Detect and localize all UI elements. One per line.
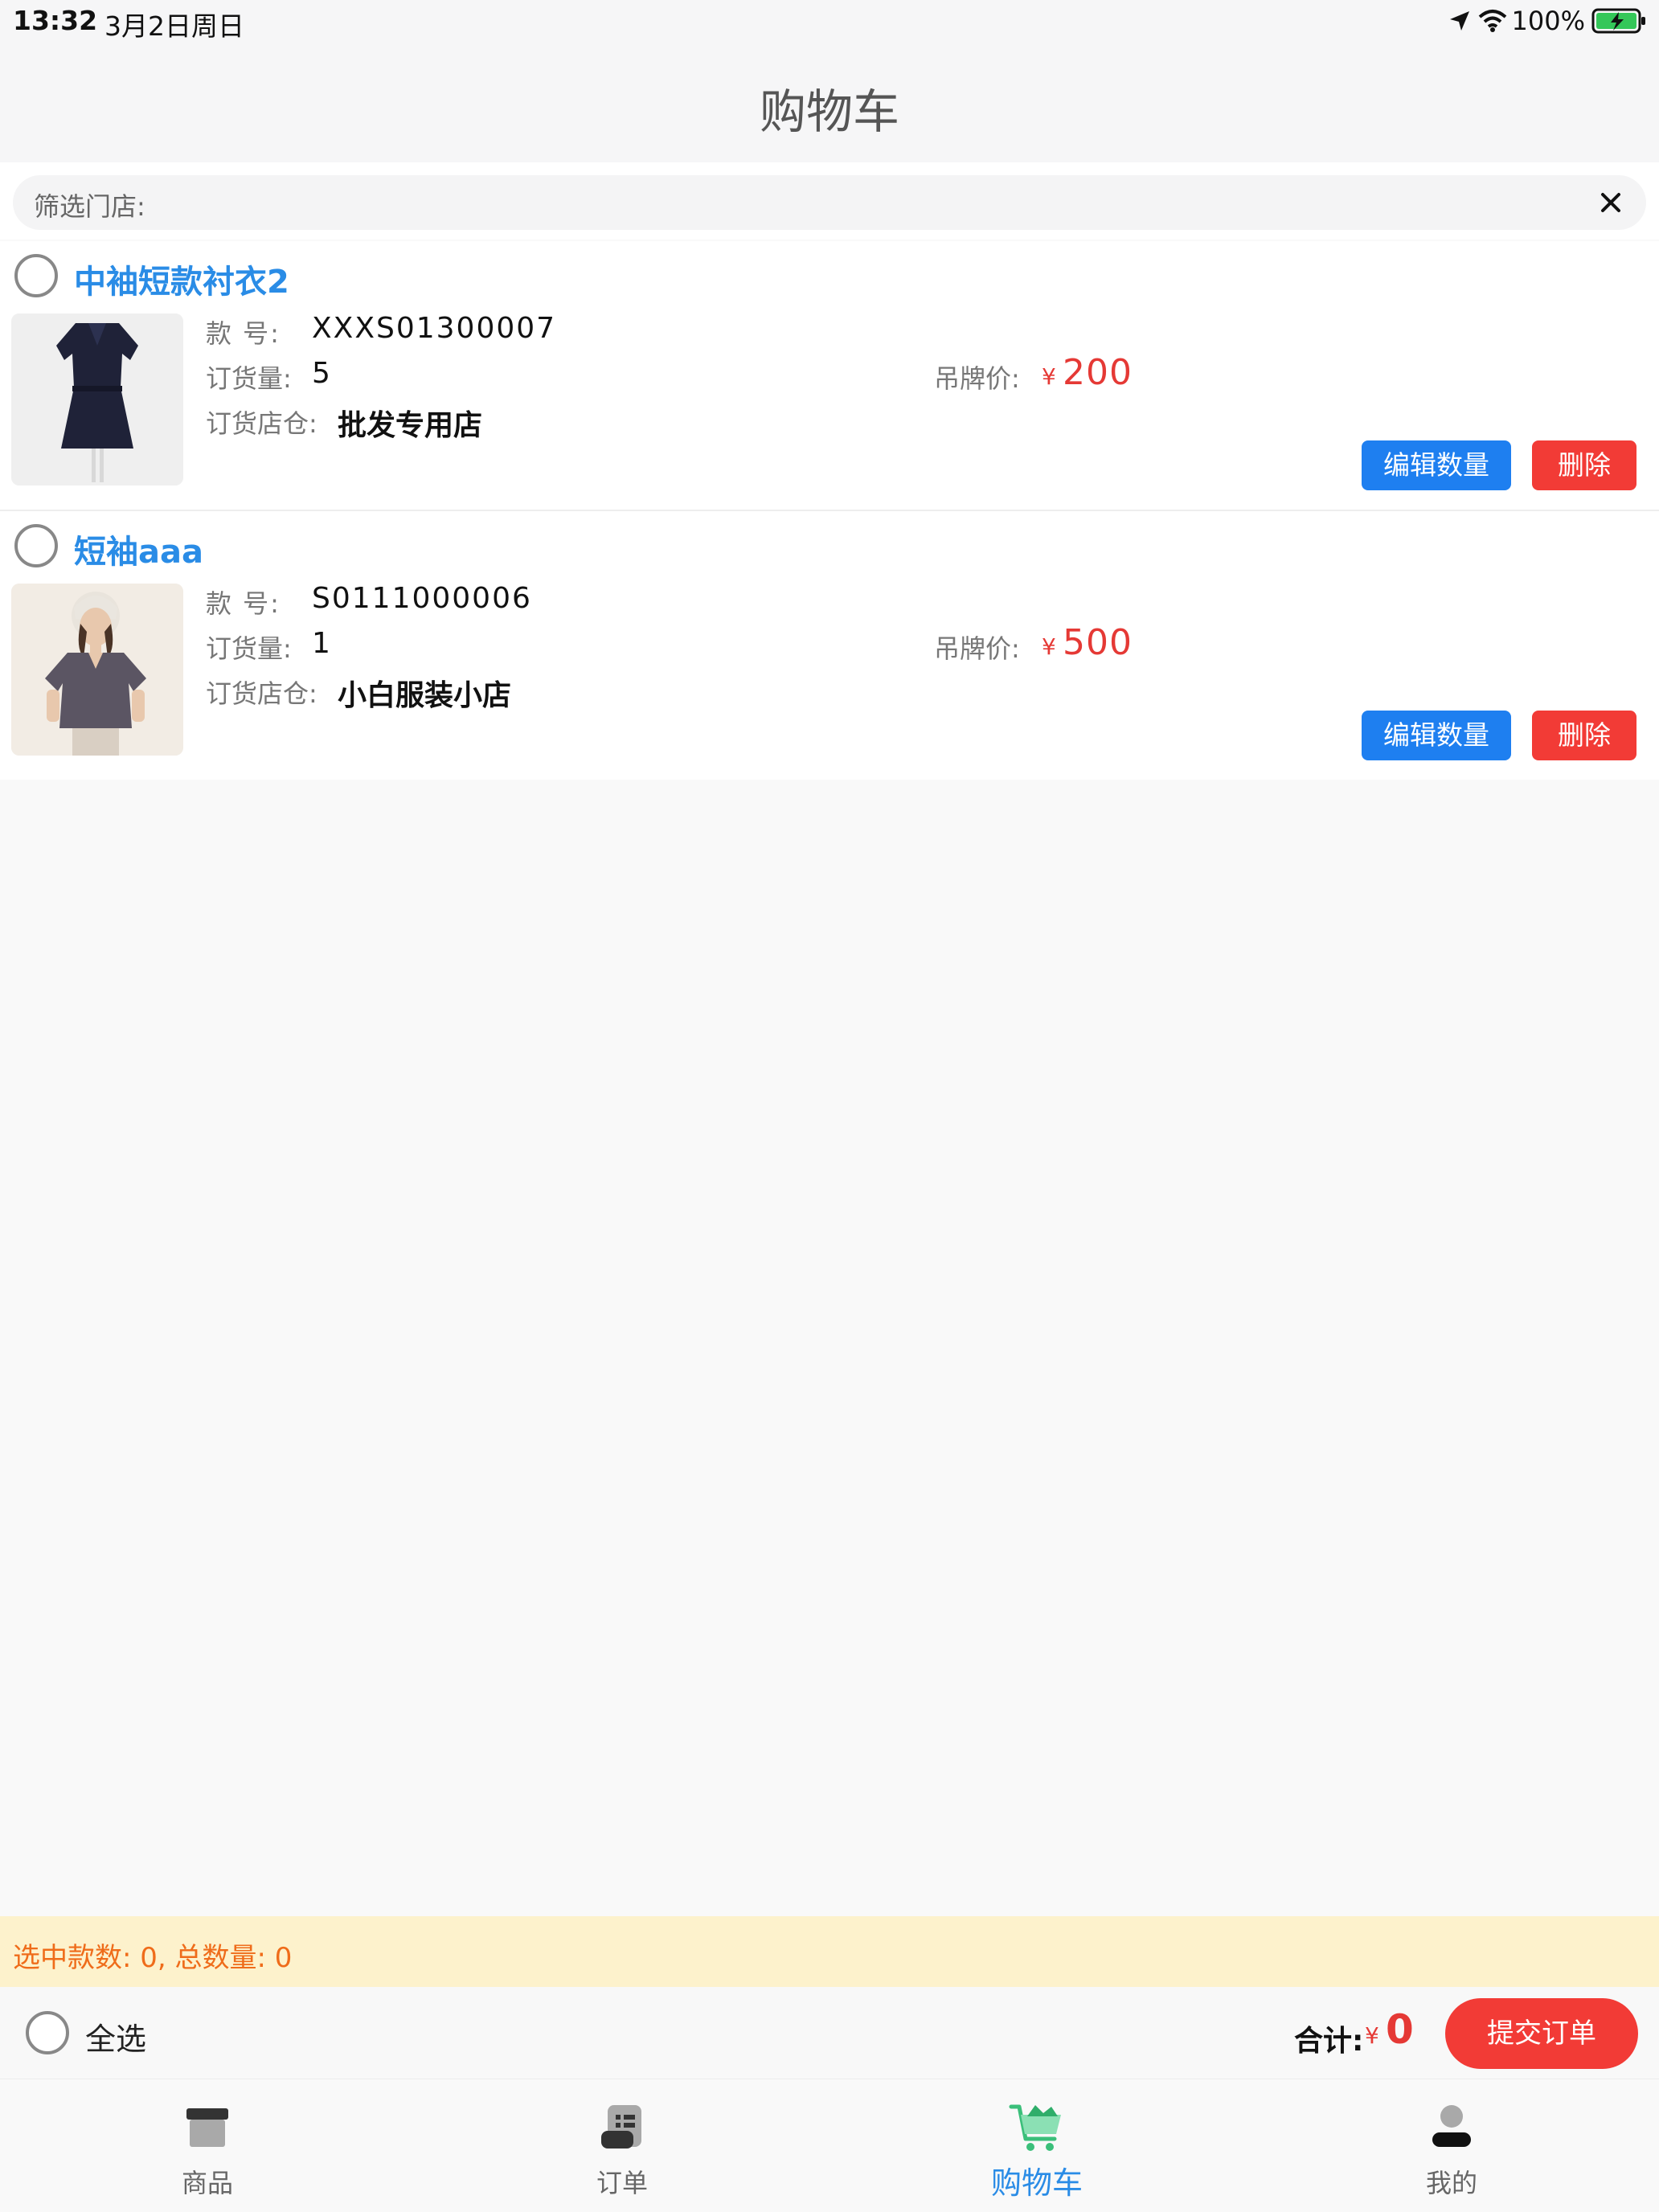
style-number-label: 款 号: [206, 588, 281, 619]
tab-mine[interactable]: 我的 [1244, 2079, 1659, 2212]
item-name[interactable]: 中袖短款衬衣2 [74, 256, 289, 302]
item-name[interactable]: 短袖aaa [74, 526, 203, 572]
tab-orders[interactable]: 订单 [415, 2079, 830, 2212]
status-time: 13:32 [13, 5, 98, 36]
tab-label: 我的 [1425, 2168, 1477, 2198]
tab-cart[interactable]: 购物车 [830, 2079, 1244, 2212]
total-label: 合计: [1294, 2025, 1364, 2058]
close-icon[interactable] [1595, 186, 1627, 219]
quantity-value: 5 [312, 357, 330, 390]
quantity-label: 订货量: [206, 633, 292, 664]
submit-order-button[interactable]: 提交订单 [1445, 1998, 1638, 2069]
store-label: 订货店仓: [206, 408, 317, 439]
battery-percent: 100% [1511, 6, 1585, 36]
total-amount: 0 [1386, 2006, 1414, 2053]
tab-label: 商品 [181, 2168, 233, 2198]
tab-label: 订单 [596, 2168, 648, 2198]
currency-symbol: ¥ [1042, 363, 1056, 390]
edit-quantity-button[interactable]: 编辑数量 [1362, 711, 1511, 760]
goods-box-icon [178, 2099, 236, 2157]
status-bar: 13:32 3月2日周日 100% [0, 0, 1659, 45]
location-arrow-icon [1448, 9, 1472, 33]
battery-charging-icon [1591, 7, 1648, 35]
tab-goods[interactable]: 商品 [0, 2079, 415, 2212]
page-title: 购物车 [759, 84, 899, 139]
store-value: 小白服装小店 [338, 679, 512, 712]
edit-quantity-button[interactable]: 编辑数量 [1362, 440, 1511, 490]
status-indicators: 100% [1448, 3, 1648, 39]
tag-price-value: 500 [1063, 622, 1133, 663]
tag-price-label: 吊牌价: [934, 363, 1020, 394]
filter-section: 筛选门店: [0, 162, 1659, 240]
item-thumbnail[interactable] [11, 313, 183, 485]
tab-label: 购物车 [990, 2165, 1083, 2201]
style-number-label: 款 号: [206, 318, 281, 349]
tab-bar: 商品 订单 购物车 我的 [0, 2079, 1659, 2212]
selection-summary: 选中款数: 0, 总数量: 0 [0, 1916, 1659, 1987]
select-all-checkbox[interactable] [26, 2011, 69, 2054]
item-checkbox[interactable] [14, 524, 58, 567]
order-list-icon [593, 2099, 651, 2157]
nav-bar: 购物车 [0, 45, 1659, 162]
shopping-cart-icon [1008, 2099, 1066, 2157]
store-value: 批发专用店 [338, 409, 483, 442]
style-number: S0111000006 [312, 582, 532, 615]
delete-button[interactable]: 删除 [1532, 711, 1636, 760]
store-filter[interactable]: 筛选门店: [13, 175, 1646, 230]
summary-text: 选中款数: 0, 总数量: 0 [13, 1942, 293, 1974]
currency-symbol: ¥ [1042, 633, 1056, 660]
filter-label: 筛选门店: [34, 191, 145, 222]
delete-button[interactable]: 删除 [1532, 440, 1636, 490]
select-all-label[interactable]: 全选 [85, 2014, 146, 2058]
cart-item: 短袖aaa 款 号: S0111000006 订货量: 1 订货店仓: 小白服装… [0, 511, 1659, 780]
tag-price-value: 200 [1063, 352, 1133, 393]
item-checkbox[interactable] [14, 254, 58, 297]
wifi-icon [1478, 9, 1507, 33]
quantity-value: 1 [312, 627, 330, 660]
tag-price-label: 吊牌价: [934, 633, 1020, 664]
store-label: 订货店仓: [206, 678, 317, 709]
quantity-label: 订货量: [206, 363, 292, 394]
user-icon [1423, 2099, 1481, 2157]
style-number: XXXS01300007 [312, 312, 557, 345]
cart-item: 中袖短款衬衣2 款 号: XXXS01300007 订货量: 5 订货店仓: 批… [0, 241, 1659, 510]
status-date: 3月2日周日 [104, 10, 244, 42]
item-thumbnail[interactable] [11, 584, 183, 756]
currency-symbol: ¥ [1365, 2022, 1379, 2049]
checkout-bar: 全选 合计: ¥ 0 提交订单 [0, 1987, 1659, 2079]
